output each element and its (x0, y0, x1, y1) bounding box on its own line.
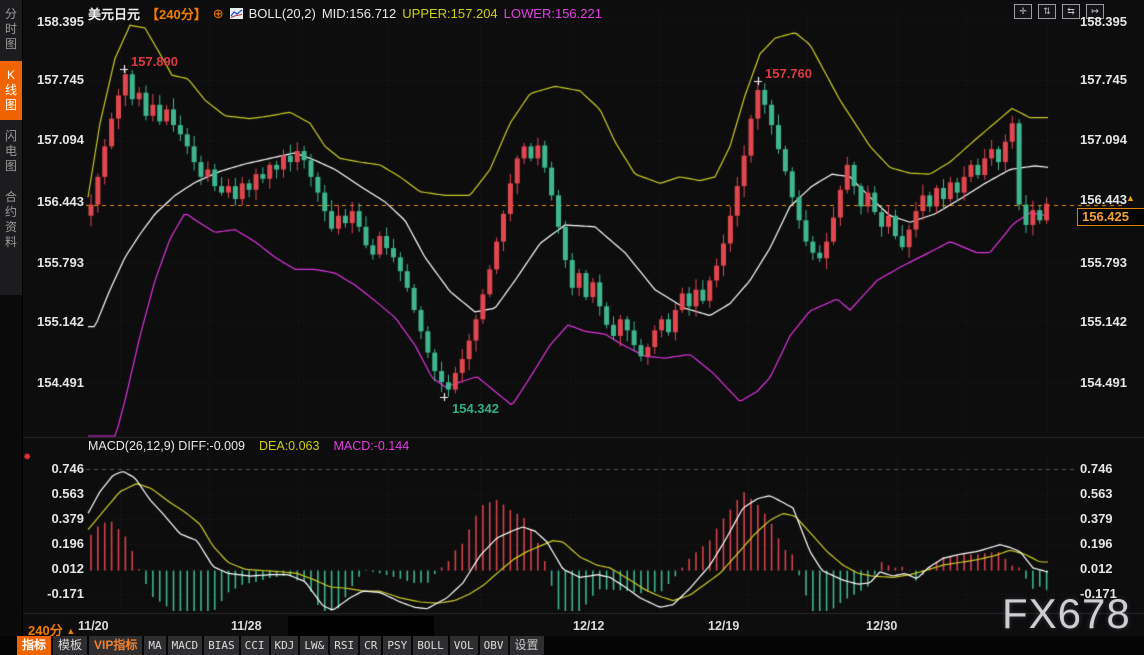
macd-axis-label: 0.563 (28, 486, 84, 501)
price-axis-label: 156.443 (28, 194, 84, 209)
macd-value: MACD:-0.144 (333, 439, 409, 453)
price-axis-label: 155.793 (28, 255, 84, 270)
date-label: 11/20 (78, 619, 109, 633)
sidebar-item-label: 合约资料 (4, 190, 18, 250)
scale-x-axis-icon[interactable]: ⇆ (1062, 4, 1080, 19)
sidebar-empty-area (0, 295, 22, 655)
annotation-low-1: 154.342 (452, 401, 499, 416)
chart-header: 美元日元 【240分】 ⊕ BOLL(20,2) MID:156.712 UPP… (88, 4, 602, 23)
price-axis-label: 158.395 (28, 14, 84, 29)
boll-lower-value: LOWER:156.221 (504, 6, 602, 21)
macd-button[interactable]: MACD (168, 636, 203, 655)
price-axis-label: 158.395 (1080, 14, 1127, 29)
boll-button[interactable]: BOLL (413, 636, 448, 655)
current-price-badge: 156.425 (1077, 208, 1144, 226)
date-label: 11/28 (231, 619, 262, 633)
crosshair-icon[interactable]: ✛ (1014, 4, 1032, 19)
macd-header: MACD(26,12,9) DIFF:-0.009 DEA:0.063 MACD… (88, 439, 409, 453)
boll-indicator-label: BOLL(20,2) (249, 6, 316, 21)
trading-terminal: 分时图 K线图 闪电图 合约资料 美元日元 【240分】 ⊕ BOLL(20,2… (0, 0, 1144, 655)
macd-axis-label: 0.196 (28, 536, 84, 551)
macd-axis-label: 0.746 (28, 461, 84, 476)
psy-button[interactable]: PSY (383, 636, 411, 655)
date-label: 12/19 (708, 619, 739, 633)
sidebar-item-label: K线图 (4, 68, 18, 113)
macd-axis-label: 0.012 (1080, 561, 1113, 576)
triangle-up-icon: ▲ (66, 626, 75, 636)
price-alert-icon[interactable]: ▲ (1126, 193, 1135, 203)
boll-upper-value: UPPER:157.204 (402, 6, 497, 21)
date-label: 12/12 (573, 619, 604, 633)
settings-button[interactable]: 设置 (510, 636, 544, 655)
vip-indicator-button[interactable]: VIP指标 (89, 636, 142, 655)
cr-button[interactable]: CR (360, 636, 381, 655)
redaction-box (288, 616, 434, 637)
current-level-label: 156.443 (1080, 192, 1127, 207)
bottom-toolbar: 指标 模板 VIP指标 MA MACD BIAS CCI KDJ LW& RSI… (17, 636, 544, 655)
price-axis-label: 157.094 (28, 132, 84, 147)
vol-button[interactable]: VOL (450, 636, 478, 655)
annotation-high-2: 157.760 (765, 66, 812, 81)
price-axis-label: 155.793 (1080, 255, 1127, 270)
symbol-title: 美元日元 (88, 4, 140, 23)
mini-chart-icon[interactable] (230, 8, 243, 19)
lwr-button[interactable]: LW& (300, 636, 328, 655)
sidebar-item-label: 闪电图 (4, 129, 18, 174)
price-axis-label: 155.142 (28, 314, 84, 329)
macd-axis-label: 0.746 (1080, 461, 1113, 476)
date-label: 12/30 (866, 619, 897, 633)
scale-y-axis-icon[interactable]: ⇅ (1038, 4, 1056, 19)
macd-title: MACD(26,12,9) DIFF:-0.009 (88, 439, 245, 453)
template-button[interactable]: 模板 (53, 636, 87, 655)
ma-button[interactable]: MA (144, 636, 165, 655)
macd-axis-label: 0.196 (1080, 536, 1113, 551)
price-axis-label: 157.745 (1080, 72, 1127, 87)
price-axis-label: 157.094 (1080, 132, 1127, 147)
macd-axis-label: 0.379 (1080, 511, 1113, 526)
price-axis-label: 154.491 (1080, 375, 1127, 390)
sidebar-item-contract-info[interactable]: 合约资料 (0, 183, 22, 257)
sidebar-item-lightning[interactable]: 闪电图 (0, 122, 22, 181)
price-axis-label: 155.142 (1080, 314, 1127, 329)
macd-axis-label: 0.563 (1080, 486, 1113, 501)
annotation-high-1: 157.890 (131, 54, 178, 69)
macd-axis-label: -0.171 (28, 586, 84, 601)
chart-canvas[interactable] (0, 0, 1144, 655)
macd-dea-value: DEA:0.063 (259, 439, 319, 453)
collapse-circle-icon[interactable]: ⊕ (213, 7, 224, 20)
sidebar: 分时图 K线图 闪电图 合约资料 (0, 0, 23, 655)
period-badge: 【240分】 (146, 4, 207, 23)
cci-button[interactable]: CCI (241, 636, 269, 655)
rsi-button[interactable]: RSI (330, 636, 358, 655)
bias-button[interactable]: BIAS (204, 636, 239, 655)
boll-mid-value: MID:156.712 (322, 6, 396, 21)
kdj-button[interactable]: KDJ (271, 636, 299, 655)
macd-axis-label: 0.379 (28, 511, 84, 526)
sidebar-item-kline[interactable]: K线图 (0, 61, 22, 120)
price-axis-label: 157.745 (28, 72, 84, 87)
indicator-button[interactable]: 指标 (17, 636, 51, 655)
sidebar-item-timeshare[interactable]: 分时图 (0, 0, 22, 59)
price-axis-label: 154.491 (28, 375, 84, 390)
obv-button[interactable]: OBV (480, 636, 508, 655)
sidebar-item-label: 分时图 (4, 7, 18, 52)
macd-axis-label: -0.171 (1080, 586, 1117, 601)
macd-axis-label: 0.012 (28, 561, 84, 576)
